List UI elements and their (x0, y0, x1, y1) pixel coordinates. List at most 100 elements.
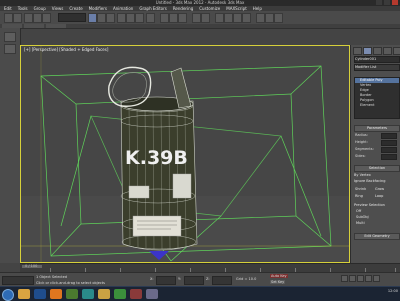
option-by-vertex[interactable]: By Vertex (354, 173, 371, 178)
photoshop-icon[interactable] (34, 289, 46, 299)
explorer-icon[interactable] (18, 289, 30, 299)
chrome-icon[interactable] (114, 289, 126, 299)
coord-z-field[interactable] (212, 276, 232, 285)
param-label: Segments: (355, 147, 374, 151)
param-height: Height: (355, 140, 397, 146)
preview-off-radio[interactable]: Off (356, 209, 361, 214)
viewport-canvas: K.39B (21, 46, 349, 262)
selection-status: 1 Object Selected (36, 275, 68, 279)
segments-spinner[interactable] (381, 147, 397, 153)
ring-button[interactable]: Ring (355, 194, 363, 199)
ribbon-tab-3[interactable] (46, 24, 66, 28)
bind-icon[interactable] (42, 13, 51, 23)
radius-spinner[interactable] (381, 133, 397, 139)
folder-icon[interactable] (98, 289, 110, 299)
param-label: Height: (355, 140, 368, 144)
select-by-name-icon[interactable] (97, 13, 106, 23)
angle-snap-icon[interactable] (169, 13, 178, 23)
minimize-button[interactable] (376, 0, 382, 5)
modifier-item[interactable]: Element (355, 103, 399, 108)
windows-taskbar: 12:00 (0, 286, 400, 301)
app-icon[interactable] (130, 289, 142, 299)
move-icon[interactable] (117, 13, 126, 23)
coord-x-field[interactable] (156, 276, 176, 285)
height-spinner[interactable] (381, 140, 397, 146)
unlink-icon[interactable] (33, 13, 42, 23)
selection-rollout[interactable]: Selection (354, 165, 400, 172)
preview-multi-radio[interactable]: Multi (356, 221, 365, 226)
curve-editor-icon[interactable] (224, 13, 233, 23)
create-tab-icon[interactable] (353, 47, 362, 55)
coordinate-system-icon[interactable] (146, 13, 155, 23)
next-frame-icon[interactable] (365, 275, 372, 282)
coord-y-field[interactable] (184, 276, 204, 285)
mirror-icon[interactable] (192, 13, 201, 23)
frame-counter: 0 / 100 (25, 264, 38, 268)
modify-tab-icon[interactable] (363, 47, 372, 55)
tool-icon-2[interactable] (4, 44, 16, 54)
main-toolbar (0, 11, 400, 25)
percent-snap-icon[interactable] (178, 13, 187, 23)
can-stencil-text: K.39B (125, 147, 188, 169)
redo-icon[interactable] (13, 13, 22, 23)
rendered-frame-icon[interactable] (265, 13, 274, 23)
edit-geometry-rollout[interactable]: Edit Geometry (354, 233, 400, 240)
scale-icon[interactable] (135, 13, 144, 23)
command-panel: Cylinder001 Modifier List Editable Poly … (350, 45, 400, 263)
hierarchy-tab-icon[interactable] (373, 47, 382, 55)
object-name-field[interactable]: Cylinder001 (354, 56, 400, 63)
maximize-button[interactable] (384, 0, 390, 5)
system-tray: 12:00 (388, 289, 398, 294)
preview-subobj-radio[interactable]: SubObj (356, 215, 369, 220)
schematic-view-icon[interactable] (233, 13, 242, 23)
clock[interactable]: 12:00 (388, 289, 398, 293)
render-icon[interactable] (274, 13, 283, 23)
preview-selection-label: Preview Selection (354, 203, 385, 207)
param-label: Sides: (355, 154, 366, 158)
close-button[interactable] (392, 0, 398, 5)
selection-filter-dropdown[interactable] (58, 13, 86, 22)
shrink-button[interactable]: Shrink (355, 187, 366, 192)
firefox-icon[interactable] (50, 289, 62, 299)
modifier-list-dropdown[interactable]: Modifier List (354, 64, 400, 71)
param-segments: Segments: (355, 147, 397, 153)
media-icon[interactable] (66, 289, 78, 299)
region-select-icon[interactable] (106, 13, 115, 23)
coord-z-label: Z: (206, 277, 210, 281)
go-to-start-icon[interactable] (341, 275, 348, 282)
auto-key-button[interactable]: Auto Key (270, 274, 288, 278)
maxscript-listener[interactable] (2, 276, 34, 285)
prompt-line: Click or click-and-drag to select object… (36, 281, 105, 285)
link-icon[interactable] (24, 13, 33, 23)
app2-icon[interactable] (146, 289, 158, 299)
sides-spinner[interactable] (381, 154, 397, 160)
display-tab-icon[interactable] (393, 47, 400, 55)
render-setup-icon[interactable] (256, 13, 265, 23)
param-sides: Sides: (355, 154, 397, 160)
play-icon[interactable] (357, 275, 364, 282)
layer-manager-icon[interactable] (215, 13, 224, 23)
option-ignore-backfacing[interactable]: Ignore Backfacing (354, 179, 385, 184)
modifier-stack: Editable Poly Vertex Edge Border Polygon… (354, 77, 400, 119)
select-icon[interactable] (88, 13, 97, 23)
rotate-icon[interactable] (126, 13, 135, 23)
grow-button[interactable]: Grow (375, 187, 384, 192)
viewport-label[interactable]: [+] [Perspective] [Shaded + Edged Faces] (24, 47, 108, 52)
grid-size: Grid = 10.0 (236, 277, 257, 281)
tool-icon-1[interactable] (4, 32, 16, 42)
go-to-end-icon[interactable] (373, 275, 380, 282)
align-icon[interactable] (201, 13, 210, 23)
ribbon-strip (0, 24, 400, 29)
loop-button[interactable]: Loop (375, 194, 383, 199)
material-editor-icon[interactable] (242, 13, 251, 23)
start-button-icon[interactable] (2, 289, 14, 301)
ribbon-tab-2[interactable] (24, 24, 44, 28)
previous-frame-icon[interactable] (349, 275, 356, 282)
perspective-viewport[interactable]: K.39B [+] [Perspective] [Shaded + Edged … (20, 45, 350, 263)
snap-icon[interactable] (160, 13, 169, 23)
3dsmax-icon[interactable] (82, 289, 94, 299)
set-key-button[interactable]: Set Key (270, 280, 286, 284)
motion-tab-icon[interactable] (383, 47, 392, 55)
parameters-rollout[interactable]: Parameters (354, 125, 400, 132)
undo-icon[interactable] (4, 13, 13, 23)
